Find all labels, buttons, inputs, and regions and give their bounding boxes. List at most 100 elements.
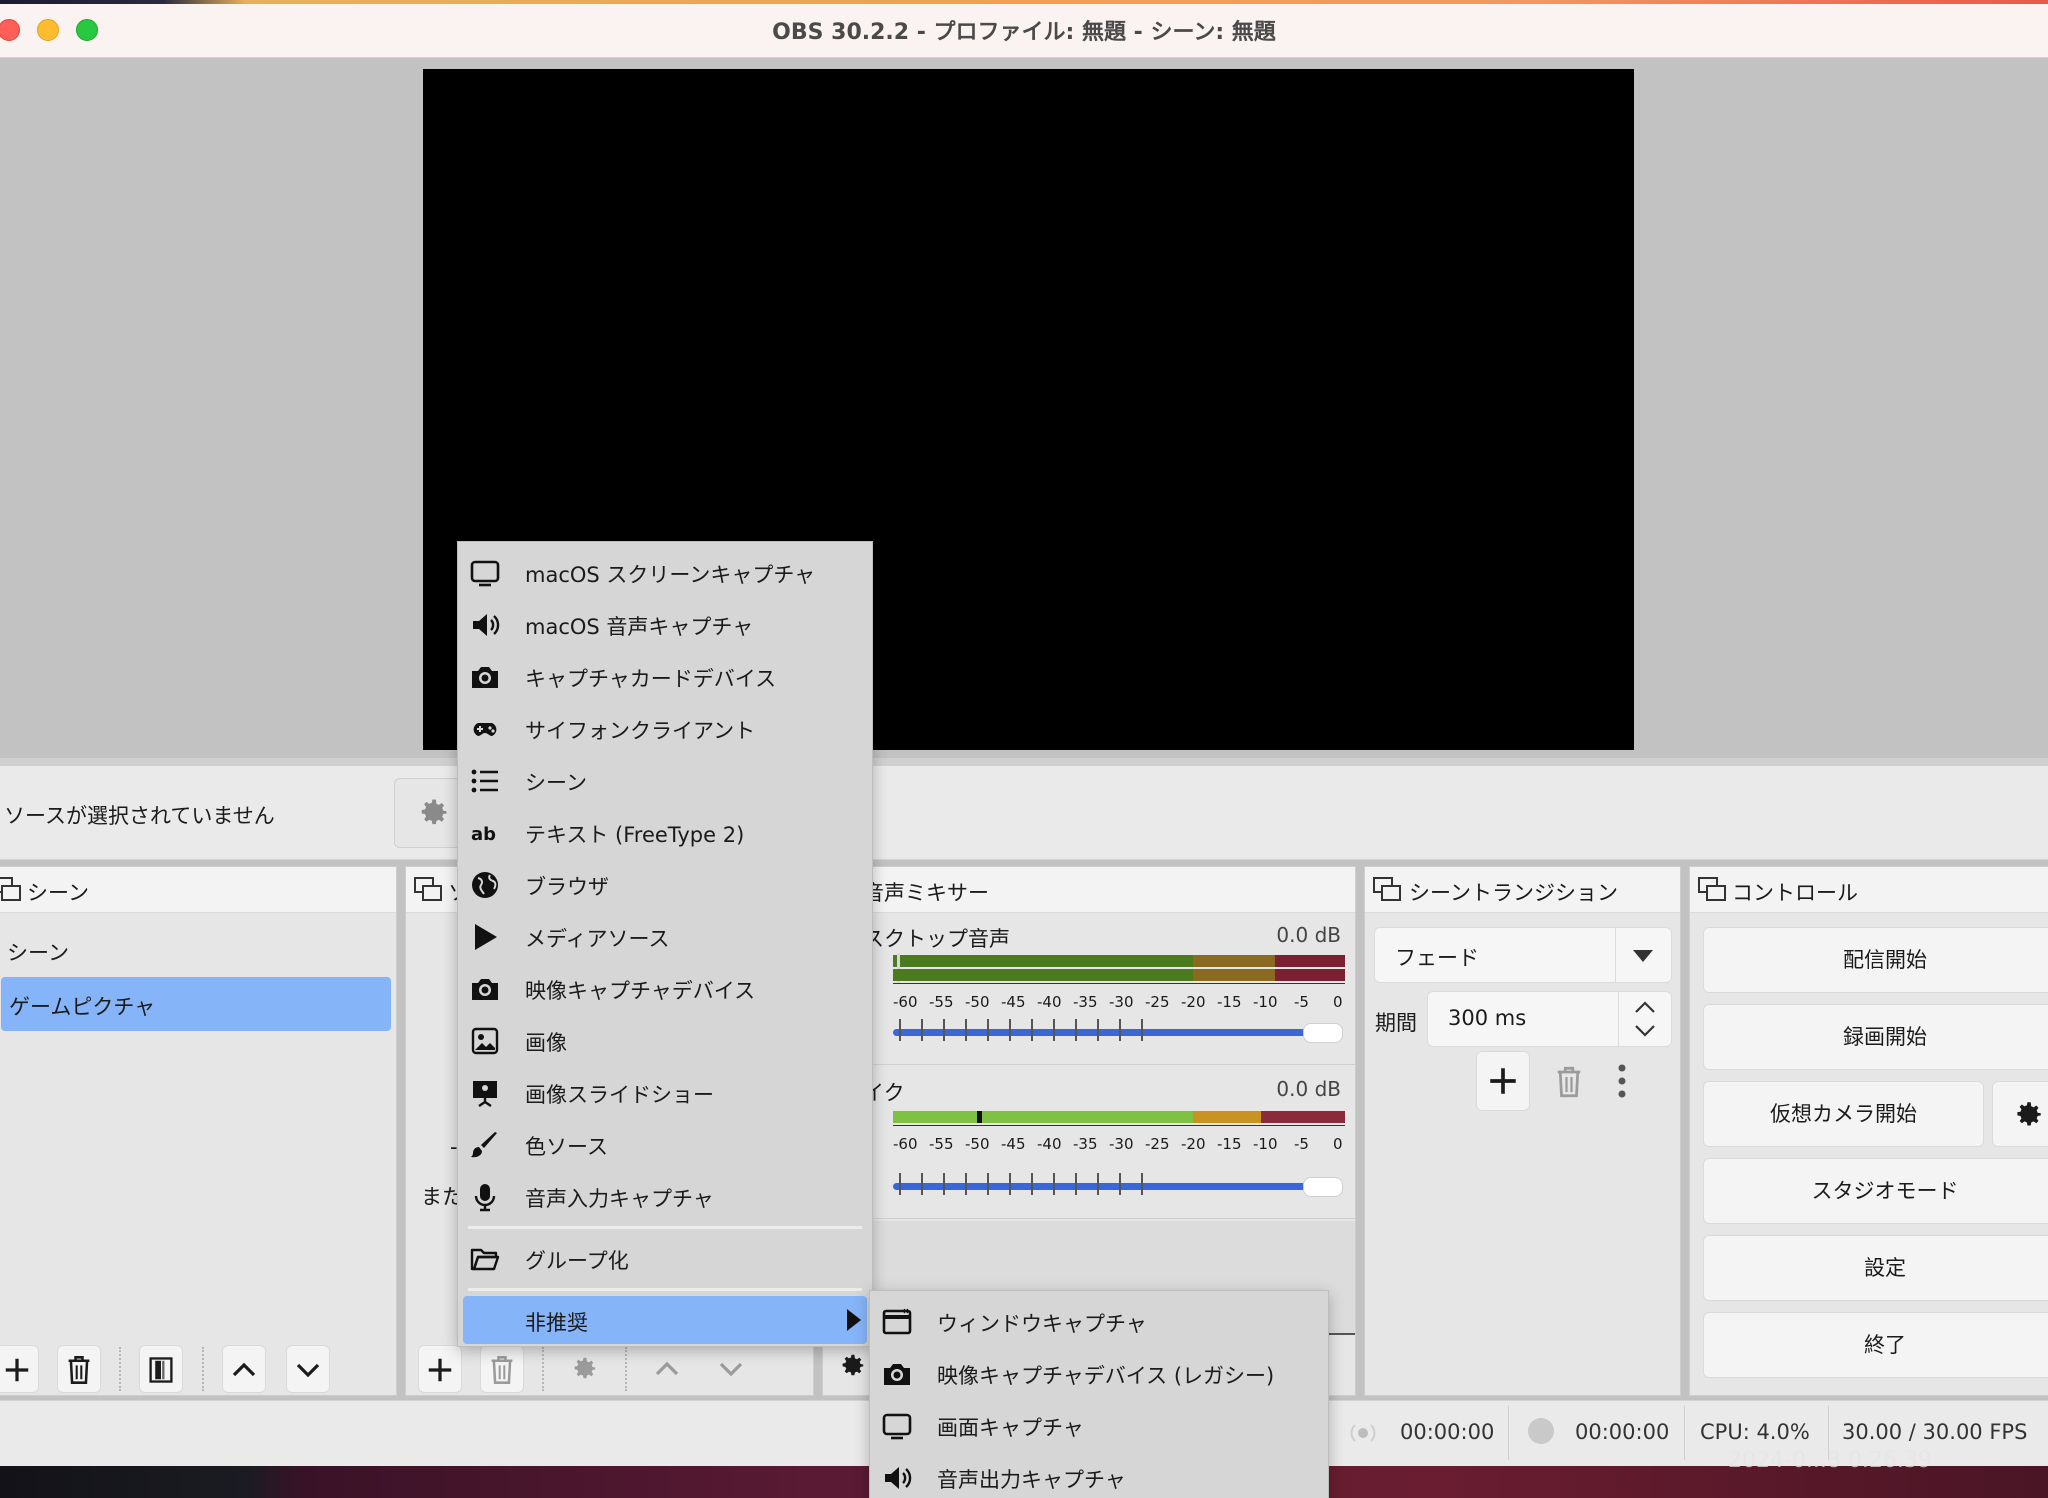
toolbar-separator <box>202 1347 204 1391</box>
duration-label: 期間 <box>1375 1011 1417 1035</box>
scene-list-item-selected[interactable]: ゲームピクチャ <box>1 977 391 1031</box>
settings-button[interactable]: 設定 <box>1703 1235 2048 1301</box>
menu-item-scene[interactable]: シーン <box>458 756 872 804</box>
start-recording-button[interactable]: 録画開始 <box>1703 1004 2048 1070</box>
scenes-dock: シーン シーン ゲームピクチャ <box>0 866 397 1396</box>
chevron-down-icon <box>296 1363 320 1378</box>
splitter[interactable] <box>0 758 2048 766</box>
mixer-channel: スクトップ音声 0.0 dB -60 -55 -50 -45 -40 -35 -… <box>823 913 1355 1065</box>
menu-item-label: macOS スクリーンキャプチャ <box>525 563 816 587</box>
spin-down-icon[interactable] <box>1634 1024 1656 1038</box>
menu-item-media-source[interactable]: メディアソース <box>458 912 872 960</box>
start-virtual-camera-button[interactable]: 仮想カメラ開始 <box>1703 1081 1984 1147</box>
menu-item-image-slideshow[interactable]: 画像スライドショー <box>458 1068 872 1116</box>
monitor-icon <box>882 1413 912 1440</box>
menu-item-macos-audio-capture[interactable]: macOS 音声キャプチャ <box>458 600 872 648</box>
channel-volume-db: 0.0 dB <box>1276 923 1341 947</box>
toolbar-separator <box>542 1347 544 1391</box>
remove-source-button[interactable] <box>480 1345 524 1393</box>
menu-item-deprecated[interactable]: 非推奨 <box>463 1296 867 1344</box>
menu-item-label: ウィンドウキャプチャ <box>937 1312 1147 1336</box>
scale-tick: -45 <box>1001 993 1026 1011</box>
menu-item-syphon-client[interactable]: サイフォンクライアント <box>458 704 872 752</box>
scale-tick: -20 <box>1181 993 1206 1011</box>
scale-tick: -5 <box>1294 1135 1309 1153</box>
scale-tick: -20 <box>1181 1135 1206 1153</box>
more-options-icon[interactable] <box>1617 1063 1627 1099</box>
transition-select[interactable]: フェード <box>1374 927 1672 983</box>
dock-float-icon[interactable] <box>1373 877 1401 903</box>
dock-float-icon[interactable] <box>1698 877 1726 903</box>
cpu-usage: CPU: 4.0% <box>1700 1420 1810 1444</box>
menu-item-capture-card-device[interactable]: キャプチャカードデバイス <box>458 652 872 700</box>
trash-icon <box>68 1356 90 1384</box>
menu-item-group[interactable]: グループ化 <box>458 1234 872 1282</box>
scale-tick: -60 <box>893 1135 918 1153</box>
menu-item-macos-screen-capture[interactable]: macOS スクリーンキャプチャ <box>458 548 872 596</box>
start-streaming-button[interactable]: 配信開始 <box>1703 927 2048 993</box>
window-title: OBS 30.2.2 - プロファイル: 無題 - シーン: 無題 <box>772 20 1276 45</box>
toolbar-separator <box>119 1347 121 1391</box>
status-separator <box>1684 1406 1685 1460</box>
volume-meter <box>893 953 1345 983</box>
menu-item-label: 音声出力キャプチャ <box>937 1468 1126 1492</box>
menu-item-window-capture[interactable]: ウィンドウキャプチャ <box>870 1297 1284 1345</box>
menu-item-audio-input-capture[interactable]: 音声入力キャプチャ <box>458 1172 872 1220</box>
dock-float-icon[interactable] <box>414 877 442 903</box>
menu-item-label: 画面キャプチャ <box>937 1416 1084 1440</box>
menu-item-browser[interactable]: ブラウザ <box>458 860 872 908</box>
scale-tick: -10 <box>1253 1135 1278 1153</box>
mixer-settings-gear-icon[interactable] <box>837 1351 867 1381</box>
menu-item-display-capture[interactable]: 画面キャプチャ <box>870 1401 1284 1449</box>
trash-icon[interactable] <box>1554 1065 1584 1099</box>
menu-item-text-freetype[interactable]: ab テキスト (FreeType 2) <box>458 808 872 856</box>
submenu-arrow-icon <box>847 1309 861 1331</box>
scale-tick: -50 <box>965 993 990 1011</box>
menu-item-label: 映像キャプチャデバイス <box>525 979 756 1003</box>
scene-filters-button[interactable] <box>139 1345 183 1393</box>
monitor-icon <box>470 560 500 587</box>
globe-icon <box>472 872 498 898</box>
move-source-down-button[interactable] <box>709 1345 753 1393</box>
menu-item-video-capture-legacy[interactable]: 映像キャプチャデバイス (レガシー) <box>870 1349 1284 1397</box>
menu-item-video-capture-device[interactable]: 映像キャプチャデバイス <box>458 964 872 1012</box>
record-status-icon <box>1528 1418 1554 1444</box>
scale-tick: -15 <box>1217 993 1242 1011</box>
gear-icon <box>574 1357 596 1379</box>
camera-icon <box>472 667 498 688</box>
studio-mode-button[interactable]: スタジオモード <box>1703 1158 2048 1224</box>
spin-up-icon[interactable] <box>1634 1000 1656 1014</box>
add-source-button[interactable] <box>418 1345 462 1393</box>
menu-item-image[interactable]: 画像 <box>458 1016 872 1064</box>
exit-button[interactable]: 終了 <box>1703 1312 2048 1378</box>
dock-float-icon[interactable] <box>0 877 21 903</box>
volume-slider-knob[interactable] <box>1303 1177 1343 1197</box>
scale-tick: -50 <box>965 1135 990 1153</box>
stream-time: 00:00:00 <box>1400 1420 1495 1444</box>
scene-list-item[interactable]: シーン <box>0 923 389 977</box>
svg-text:ab: ab <box>471 824 496 845</box>
source-properties-toolbar-button[interactable] <box>562 1345 606 1393</box>
mixer-dock-header: 音声ミキサー <box>823 867 1355 913</box>
volume-meter <box>893 1111 1345 1123</box>
slider-ticks <box>899 1173 1159 1195</box>
chevron-down-icon <box>719 1362 743 1377</box>
volume-slider-knob[interactable] <box>1303 1023 1343 1043</box>
image-icon <box>471 1027 499 1055</box>
text-ab-icon: ab <box>471 824 496 845</box>
duration-spinbox[interactable]: 300 ms <box>1427 991 1672 1047</box>
move-source-up-button[interactable] <box>645 1345 689 1393</box>
add-transition-button[interactable] <box>1476 1051 1530 1111</box>
add-scene-button[interactable] <box>0 1345 39 1393</box>
channel-name: スクトップ音声 <box>863 927 1010 951</box>
move-scene-down-button[interactable] <box>286 1345 330 1393</box>
menu-item-audio-output-capture[interactable]: 音声出力キャプチャ <box>870 1453 1284 1498</box>
remove-scene-button[interactable] <box>57 1345 101 1393</box>
source-context-bar <box>0 766 2048 860</box>
scale-tick: -55 <box>929 993 954 1011</box>
mixer-dock-title: 音声ミキサー <box>863 881 989 905</box>
menu-item-color-source[interactable]: 色ソース <box>458 1120 872 1168</box>
virtual-camera-settings-button[interactable] <box>1992 1081 2048 1147</box>
move-scene-up-button[interactable] <box>222 1345 266 1393</box>
record-time: 00:00:00 <box>1575 1420 1670 1444</box>
